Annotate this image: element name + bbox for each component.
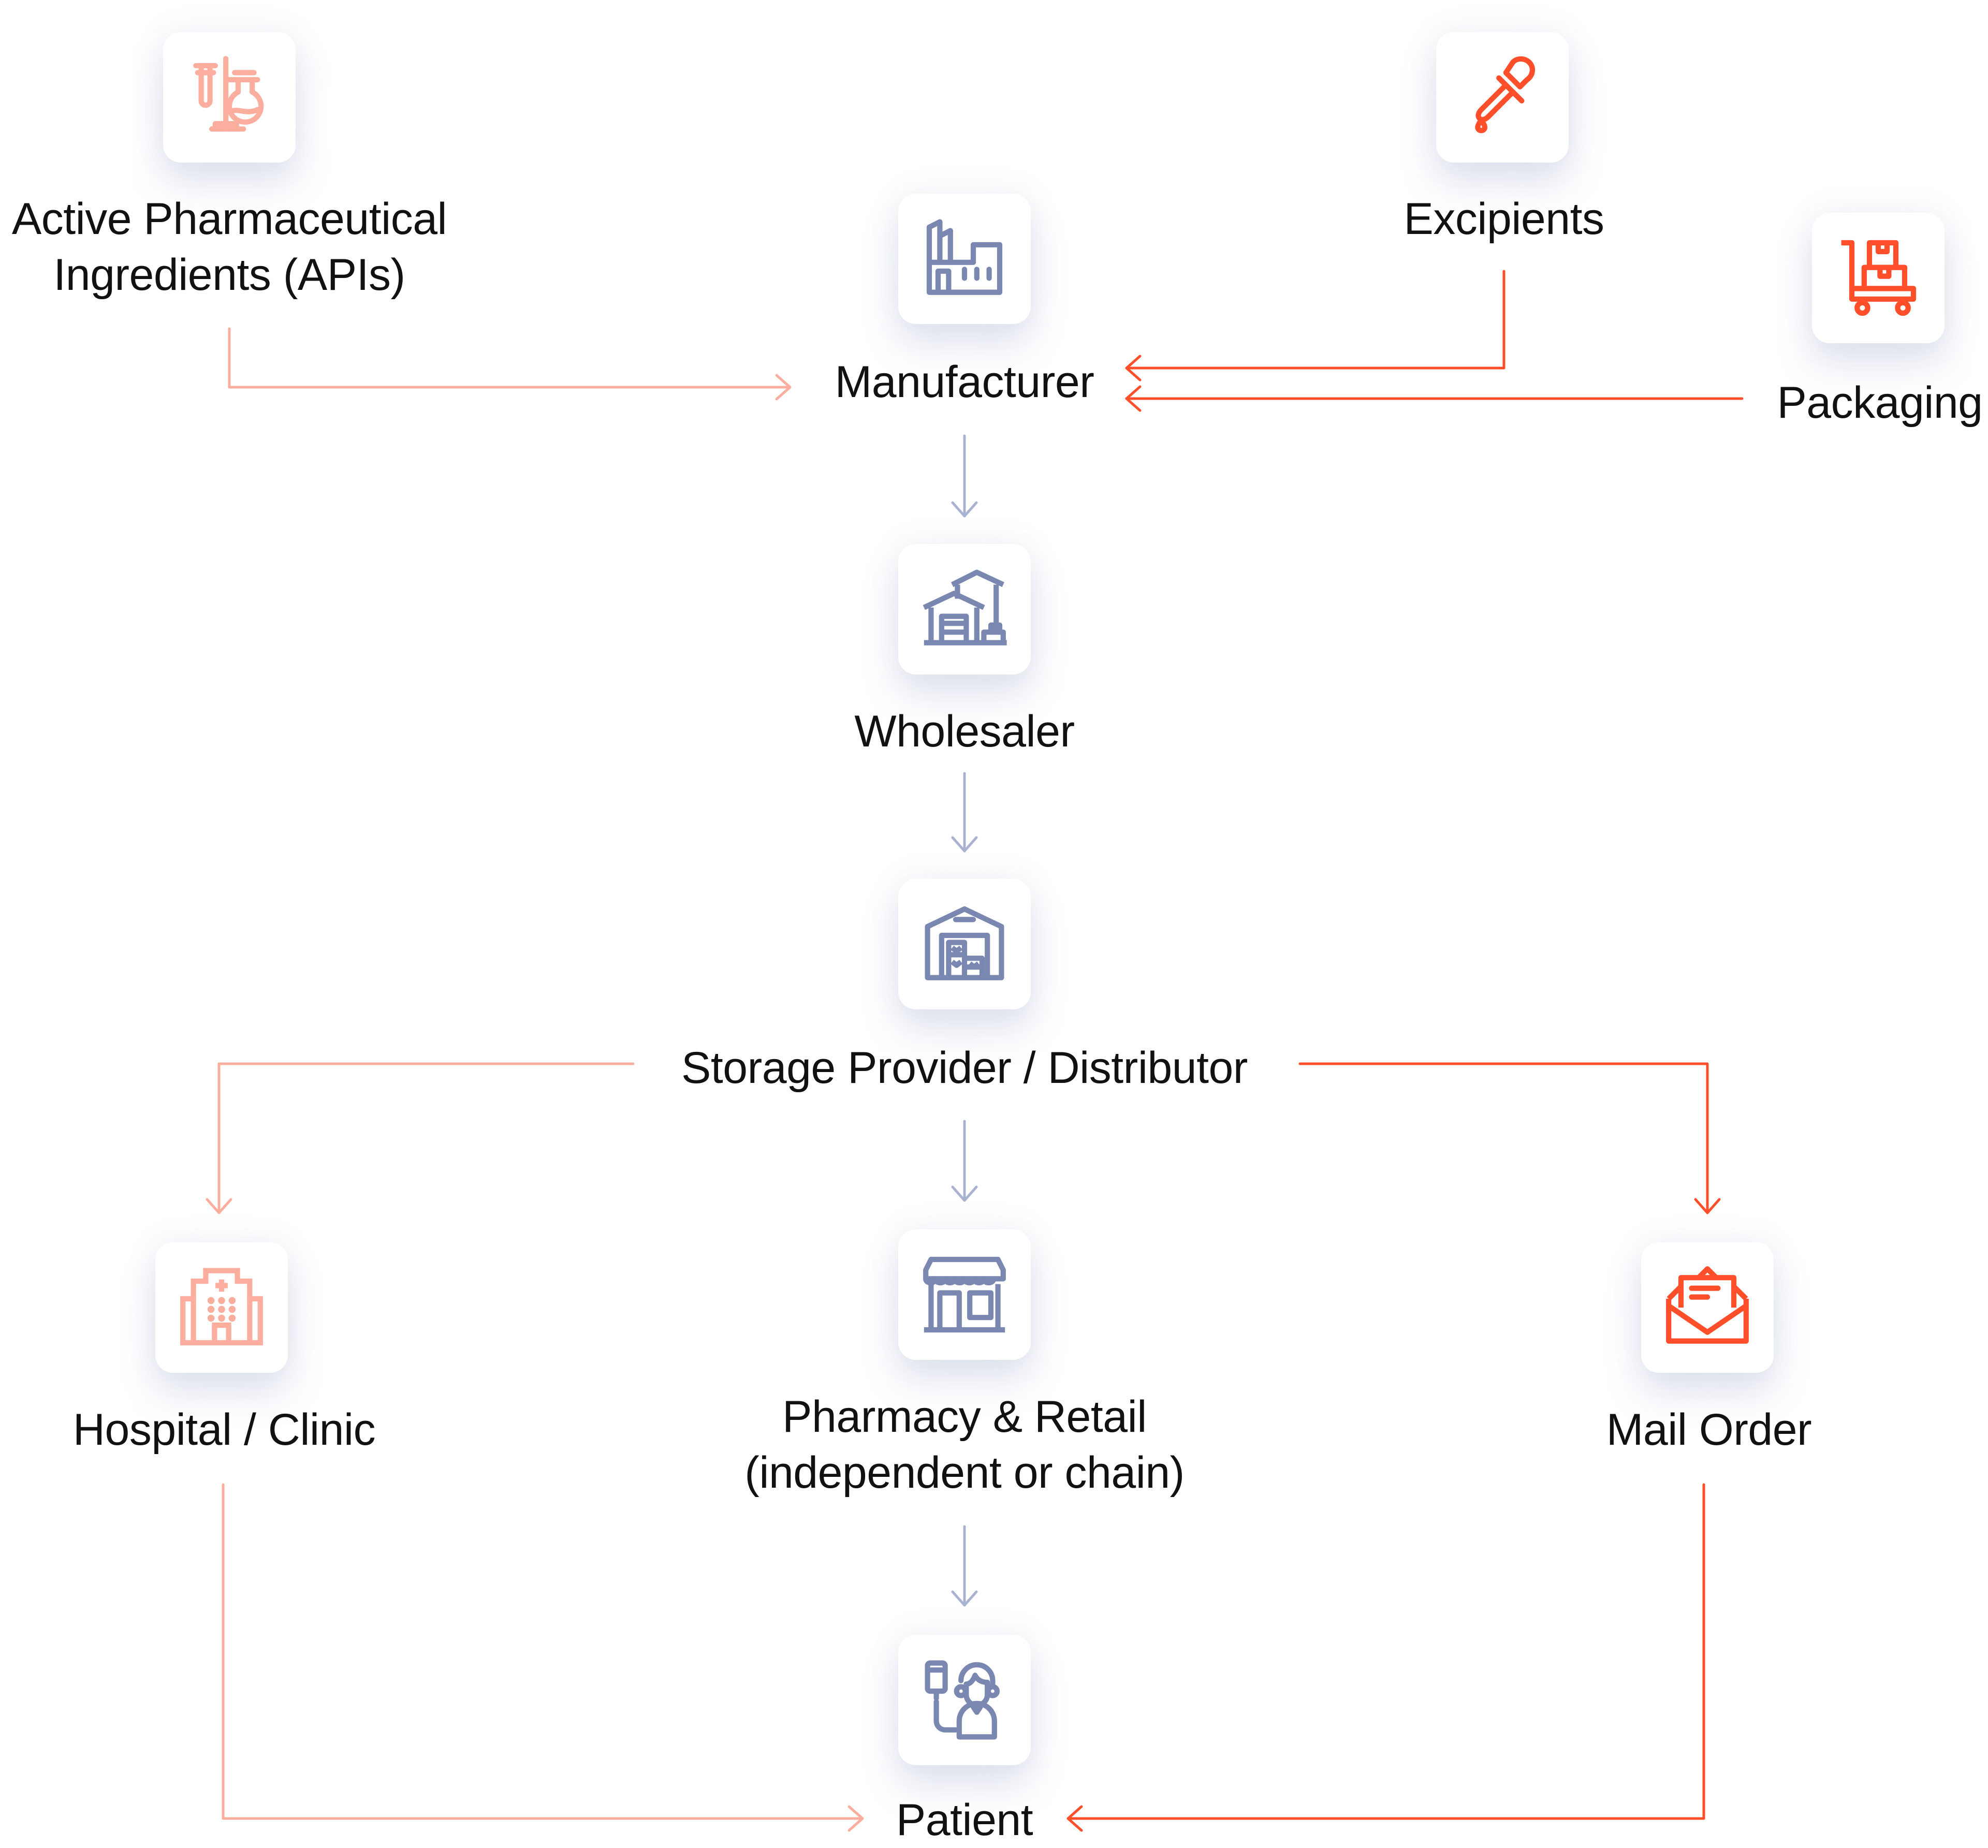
patient-iv-icon: [925, 1660, 1000, 1740]
api-label-line1: Active Pharmaceutical: [11, 194, 447, 244]
wholesaler-node-card[interactable]: [898, 544, 1031, 674]
storage-node-card[interactable]: [898, 879, 1031, 1009]
edge-pharmacy-to-patient: [951, 1525, 978, 1607]
excipients-node-card[interactable]: [1436, 32, 1569, 163]
patient-node-card[interactable]: [898, 1635, 1031, 1765]
hospital-icon: [180, 1268, 263, 1346]
excipients-label: Excipients: [1404, 194, 1604, 244]
pharmacy-label-line2: (independent or chain): [744, 1448, 1185, 1498]
edge-storage-to-hospital: [206, 1062, 635, 1214]
api-label: Active Pharmaceutical Ingredients (APIs): [12, 191, 447, 303]
storefront-icon: [923, 1256, 1006, 1333]
edge-api-to-manufacturer: [228, 327, 792, 401]
mail-node-card[interactable]: [1641, 1242, 1774, 1373]
mail-label: Mail Order: [1606, 1405, 1812, 1455]
packaging-node-card[interactable]: [1812, 213, 1945, 343]
dropper-icon: [1475, 56, 1536, 134]
cart-boxes-icon: [1841, 240, 1917, 316]
pharmacy-node-card[interactable]: [898, 1229, 1031, 1360]
storage-label: Storage Provider / Distributor: [681, 1043, 1248, 1093]
storage-building-icon: [925, 906, 1004, 980]
hospital-label: Hospital / Clinic: [72, 1405, 376, 1455]
lab-flask-icon: [193, 56, 264, 132]
factory-icon: [926, 219, 1003, 295]
warehouse-icon: [923, 569, 1007, 646]
api-label-line2: Ingredients (APIs): [53, 250, 405, 300]
edge-storage-to-pharmacy: [951, 1120, 978, 1202]
envelope-icon: [1666, 1266, 1749, 1344]
packaging-label: Packaging: [1777, 378, 1983, 428]
edge-mail-to-patient: [1066, 1483, 1705, 1832]
edge-manufacturer-to-wholesaler: [951, 434, 978, 518]
edge-packaging-to-manufacturer: [1125, 385, 1744, 412]
wholesaler-label: Wholesaler: [854, 707, 1075, 756]
api-node-card[interactable]: [163, 32, 296, 163]
edge-hospital-to-patient: [222, 1483, 864, 1832]
pharmacy-label-line1: Pharmacy & Retail: [782, 1392, 1147, 1442]
edge-wholesaler-to-storage: [951, 772, 978, 853]
hospital-node-card[interactable]: [155, 1242, 288, 1373]
manufacturer-label: Manufacturer: [835, 357, 1094, 407]
edge-storage-to-mail: [1298, 1062, 1721, 1214]
pharmacy-label: Pharmacy & Retail (independent or chain): [744, 1389, 1185, 1501]
edge-excipients-to-manufacturer: [1125, 270, 1505, 382]
manufacturer-node-card[interactable]: [898, 194, 1031, 324]
patient-label: Patient: [896, 1795, 1033, 1845]
